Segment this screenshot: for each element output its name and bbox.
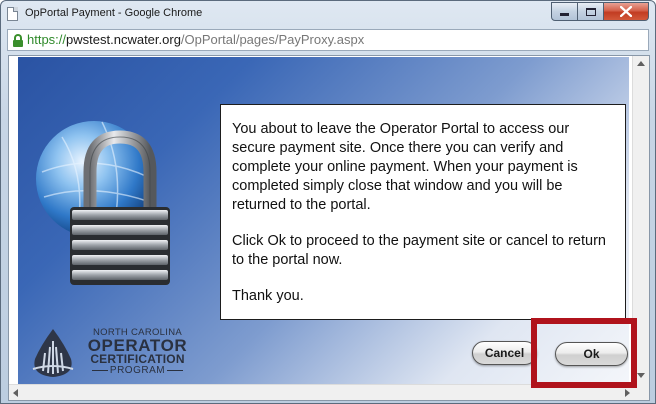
globe-padlock-icon	[36, 121, 170, 285]
window-title: OpPortal Payment - Google Chrome	[25, 7, 203, 19]
window-controls	[551, 2, 649, 21]
url-scheme: https://	[27, 32, 67, 47]
address-bar[interactable]: https://pwstest.ncwater.org/OpPortal/pag…	[7, 29, 649, 51]
message-box: You about to leave the Operator Portal t…	[220, 104, 626, 320]
nc-operator-certification-logo: NORTH CAROLINA OPERATOR CERTIFICATION PR…	[31, 325, 201, 381]
ok-button-highlight	[531, 318, 637, 388]
maximize-icon	[585, 7, 596, 16]
logo-operator-text: OPERATOR	[87, 336, 188, 355]
scroll-left-icon[interactable]	[13, 389, 18, 397]
scroll-up-icon[interactable]	[637, 61, 645, 66]
page-icon	[7, 7, 18, 21]
message-paragraph-1: You about to leave the Operator Portal t…	[232, 121, 578, 213]
maximize-button[interactable]	[578, 2, 604, 21]
scroll-down-icon[interactable]	[637, 373, 645, 378]
minimize-button[interactable]	[551, 2, 578, 21]
url-path: /OpPortal/pages/PayProxy.aspx	[180, 32, 365, 47]
url-host: pwstest.ncwater.org	[66, 32, 181, 47]
url-text[interactable]: https://pwstest.ncwater.org/OpPortal/pag…	[27, 32, 364, 47]
logo-program-text: PROGRAM	[109, 365, 166, 376]
lock-icon	[13, 34, 23, 47]
water-drop-logo-icon	[32, 329, 74, 377]
scroll-right-icon[interactable]	[625, 389, 630, 397]
title-bar: OpPortal Payment - Google Chrome	[1, 1, 655, 27]
close-button[interactable]	[604, 2, 649, 21]
minimize-icon	[560, 13, 569, 16]
message-paragraph-3: Thank you.	[232, 288, 304, 304]
logo-certification-text: CERTIFICATION	[90, 352, 185, 366]
message-paragraph-2: Click Ok to proceed to the payment site …	[232, 233, 606, 268]
close-icon	[620, 6, 632, 17]
cancel-button[interactable]: Cancel	[472, 341, 537, 365]
